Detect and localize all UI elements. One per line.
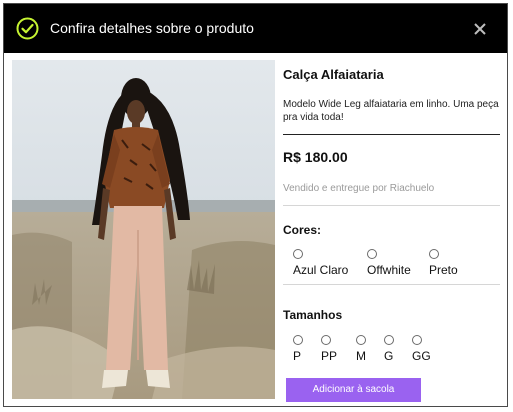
size-label: M bbox=[356, 349, 366, 363]
add-to-bag-button[interactable]: Adicionar à sacola bbox=[286, 378, 421, 402]
product-image bbox=[12, 60, 275, 399]
radio-button[interactable] bbox=[356, 335, 366, 345]
color-label: Preto bbox=[429, 263, 458, 277]
radio-button[interactable] bbox=[293, 249, 303, 259]
color-label: Azul Claro bbox=[293, 263, 349, 277]
close-icon[interactable] bbox=[470, 19, 490, 39]
modal-title: Confira detalhes sobre o produto bbox=[50, 20, 254, 36]
sizes-title: Tamanhos bbox=[283, 308, 343, 322]
size-label: G bbox=[384, 349, 394, 363]
radio-button[interactable] bbox=[367, 249, 377, 259]
product-price: R$ 180.00 bbox=[283, 149, 348, 165]
divider bbox=[283, 134, 500, 135]
radio-button[interactable] bbox=[429, 249, 439, 259]
modal-header: Confira detalhes sobre o produto bbox=[4, 4, 507, 53]
colors-title: Cores: bbox=[283, 223, 322, 237]
radio-button[interactable] bbox=[321, 335, 331, 345]
size-label: PP bbox=[321, 349, 338, 363]
check-circle-icon bbox=[16, 17, 39, 40]
product-name: Calça Alfaiataria bbox=[283, 67, 384, 82]
radio-button[interactable] bbox=[384, 335, 394, 345]
size-label: P bbox=[293, 349, 302, 363]
product-details-modal: Confira detalhes sobre o produto Calça A… bbox=[3, 3, 508, 407]
radio-button[interactable] bbox=[293, 335, 303, 345]
divider bbox=[283, 284, 500, 285]
color-label: Offwhite bbox=[367, 263, 411, 277]
seller-info: Vendido e entregue por Riachuelo bbox=[283, 183, 435, 194]
product-description: Modelo Wide Leg alfaiataria em linho. Um… bbox=[283, 99, 499, 123]
divider bbox=[283, 205, 500, 206]
size-label: GG bbox=[412, 349, 431, 363]
radio-button[interactable] bbox=[412, 335, 422, 345]
